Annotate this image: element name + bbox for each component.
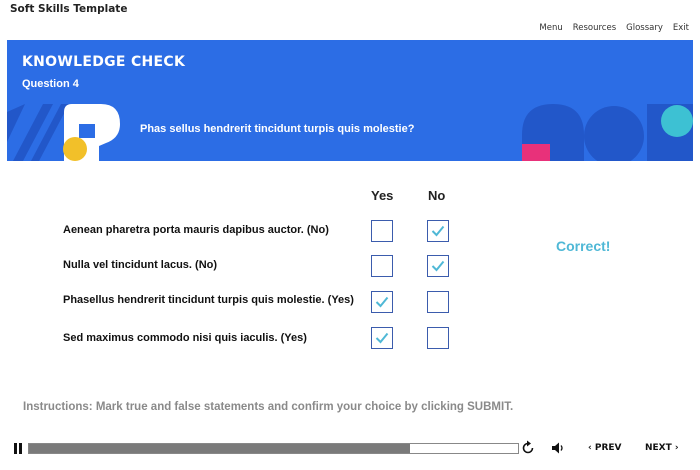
question-text: Phas sellus hendrerit tincidunt turpis q… [140, 123, 415, 135]
statement-4-no-checkbox[interactable] [427, 327, 449, 349]
knowledge-check-heading: KNOWLEDGE CHECK [22, 54, 186, 70]
progress-bar[interactable] [28, 443, 519, 454]
statement-3-text: Phasellus hendrerit tincidunt turpis qui… [63, 294, 354, 306]
nav-resources-link[interactable]: Resources [573, 23, 616, 33]
checkmark-icon [375, 332, 389, 344]
top-nav: Menu Resources Glossary Exit [539, 23, 689, 33]
nav-menu-link[interactable]: Menu [539, 23, 562, 33]
next-button[interactable]: NEXT › [645, 443, 679, 453]
statement-3-yes-checkbox[interactable] [371, 291, 393, 313]
prev-button[interactable]: ‹ PREV [588, 443, 622, 453]
chevron-left-icon: ‹ [588, 443, 592, 453]
app-title: Soft Skills Template [10, 3, 128, 15]
prev-label: PREV [594, 443, 622, 453]
statement-1-text: Aenean pharetra porta mauris dapibus auc… [63, 224, 329, 236]
statement-2-no-checkbox[interactable] [427, 255, 449, 277]
checkmark-icon [431, 225, 445, 237]
next-label: NEXT [645, 443, 672, 453]
nav-glossary-link[interactable]: Glossary [626, 23, 663, 33]
statement-3-no-checkbox[interactable] [427, 291, 449, 313]
correct-feedback: Correct! [556, 238, 611, 254]
shapes-decoration [522, 104, 693, 161]
player-controls: ‹ PREV NEXT › [0, 438, 700, 460]
no-column-header: No [428, 188, 446, 203]
checkmark-icon [431, 260, 445, 272]
checkmark-icon [375, 296, 389, 308]
statement-1-yes-checkbox[interactable] [371, 220, 393, 242]
volume-icon[interactable] [551, 440, 566, 456]
statement-1-no-checkbox[interactable] [427, 220, 449, 242]
yes-column-header: Yes [371, 188, 394, 203]
nav-exit-link[interactable]: Exit [673, 23, 689, 33]
stripes-decoration [7, 104, 69, 161]
replay-icon[interactable] [521, 440, 536, 456]
question-number: Question 4 [22, 78, 79, 90]
statement-2-yes-checkbox[interactable] [371, 255, 393, 277]
statement-4-text: Sed maximus commodo nisi quis iaculis. (… [63, 332, 307, 344]
question-mark-decoration [63, 104, 120, 161]
pause-icon[interactable] [13, 443, 23, 454]
chevron-right-icon: › [674, 443, 679, 453]
statement-2-text: Nulla vel tincidunt lacus. (No) [63, 259, 218, 271]
statement-4-yes-checkbox[interactable] [371, 327, 393, 349]
progress-fill [29, 444, 411, 453]
question-banner: KNOWLEDGE CHECK Question 4 Phas sellus h… [7, 40, 693, 161]
instructions-text: Instructions: Mark true and false statem… [23, 401, 514, 413]
